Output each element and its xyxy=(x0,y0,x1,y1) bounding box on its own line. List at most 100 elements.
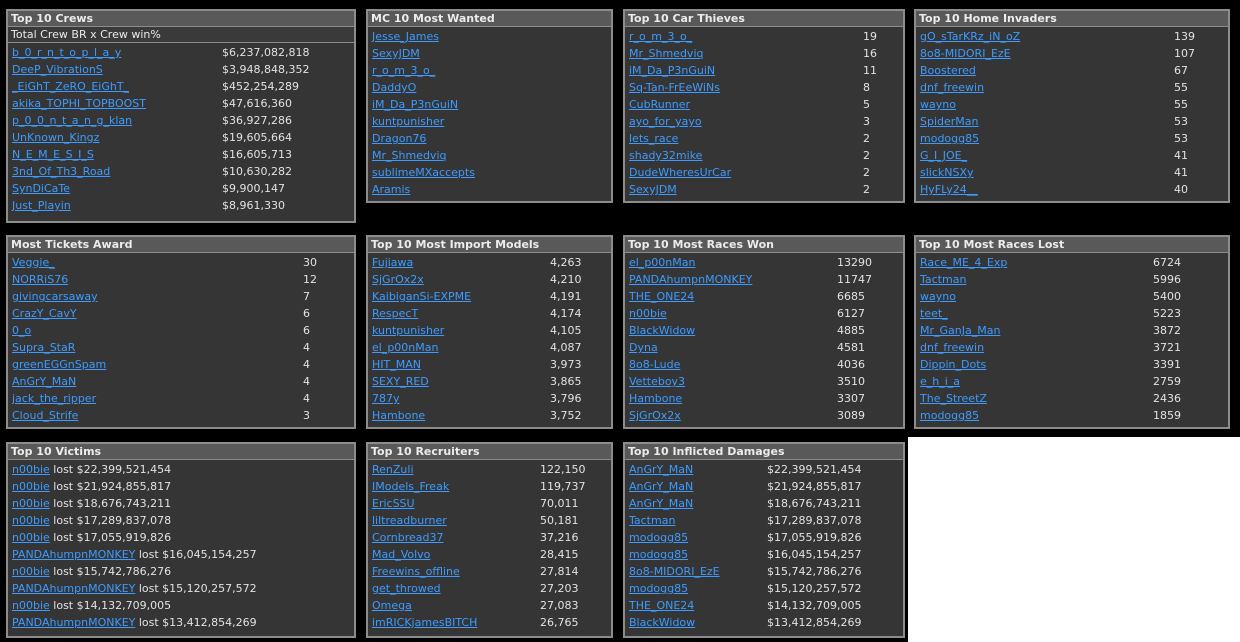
player-link[interactable]: The_StreetZ xyxy=(920,390,987,407)
player-link[interactable]: Just_Playin xyxy=(12,197,71,214)
player-link[interactable]: SjGrOx2x xyxy=(372,271,424,288)
player-link[interactable]: get_throwed xyxy=(372,580,441,597)
player-link[interactable]: modogg85 xyxy=(920,130,979,147)
player-link[interactable]: THE_ONE24 xyxy=(629,288,694,305)
player-link[interactable]: Veggie_ xyxy=(12,254,55,271)
player-link[interactable]: slickNSXy xyxy=(920,164,974,181)
player-link[interactable]: PANDAhumpnMONKEY xyxy=(12,616,135,629)
player-link[interactable]: 3nd_Of_Th3_Road xyxy=(12,163,110,180)
player-link[interactable]: Mad_Volvo xyxy=(372,546,430,563)
player-link[interactable]: BlackWidow xyxy=(629,614,695,631)
player-link[interactable]: RespecT xyxy=(372,305,418,322)
player-link[interactable]: PANDAhumpnMONKEY xyxy=(12,582,135,595)
player-link[interactable]: n00bie xyxy=(12,531,50,544)
player-link[interactable]: n00bie xyxy=(12,497,50,510)
player-link[interactable]: KaibiganSi-EXPME xyxy=(372,288,471,305)
player-link[interactable]: CubRunner xyxy=(629,96,690,113)
player-link[interactable]: Dragon76 xyxy=(372,130,426,147)
player-link[interactable]: Cloud_Strife xyxy=(12,407,78,424)
player-link[interactable]: SynDiCaTe xyxy=(12,180,70,197)
player-link[interactable]: N_E_M_E_S_I_S xyxy=(12,146,94,163)
player-link[interactable]: Tactman xyxy=(920,271,966,288)
player-link[interactable]: gO_sTarKRz_iN_oZ xyxy=(920,28,1020,45)
player-link[interactable]: el_p00nMan xyxy=(629,254,695,271)
player-link[interactable]: 8o8-Lude xyxy=(629,356,680,373)
player-link[interactable]: r_o_m_3_o_ xyxy=(629,28,692,45)
player-link[interactable]: Tactman xyxy=(629,512,675,529)
player-link[interactable]: n00bie xyxy=(12,565,50,578)
player-link[interactable]: Hambone xyxy=(372,407,425,424)
player-link[interactable]: dnf_freewin xyxy=(920,79,984,96)
player-link[interactable]: CrazY_CavY xyxy=(12,305,77,322)
player-link[interactable]: BlackWidow xyxy=(629,322,695,339)
player-link[interactable]: iM_Da_P3nGuiN xyxy=(629,62,715,79)
player-link[interactable]: modogg85 xyxy=(629,529,688,546)
player-link[interactable]: greenEGGnSpam xyxy=(12,356,106,373)
player-link[interactable]: ayo_for_yayo xyxy=(629,113,702,130)
player-link[interactable]: RenZuli xyxy=(372,461,414,478)
player-link[interactable]: e_h_i_a xyxy=(920,373,960,390)
player-link[interactable]: akika_TOPHI_TOPBOOST xyxy=(12,95,146,112)
player-link[interactable]: dnf_freewin xyxy=(920,339,984,356)
player-link[interactable]: 8o8-MIDORI_EzE xyxy=(920,45,1011,62)
player-link[interactable]: wayno xyxy=(920,96,956,113)
player-link[interactable]: AnGrY_MaN xyxy=(629,461,693,478)
player-link[interactable]: Freewins_offline xyxy=(372,563,460,580)
player-link[interactable]: lets_race xyxy=(629,130,678,147)
player-link[interactable]: Fujiawa xyxy=(372,254,413,271)
player-link[interactable]: modogg85 xyxy=(629,580,688,597)
player-link[interactable]: shady32mike xyxy=(629,147,702,164)
player-link[interactable]: DudeWheresUrCar xyxy=(629,164,731,181)
player-link[interactable]: b_0_r_n_t_o_p_l_a_y xyxy=(12,44,121,61)
player-link[interactable]: modogg85 xyxy=(629,546,688,563)
player-link[interactable]: kuntpunisher xyxy=(372,113,444,130)
player-link[interactable]: n00bie xyxy=(629,305,667,322)
player-link[interactable]: givingcarsaway xyxy=(12,288,98,305)
player-link[interactable]: r_o_m_3_o_ xyxy=(372,62,435,79)
player-link[interactable]: Dippin_Dots xyxy=(920,356,986,373)
player-link[interactable]: wayno xyxy=(920,288,956,305)
player-link[interactable]: Sq-Tan-FrEeWiNs xyxy=(629,79,720,96)
player-link[interactable]: Vetteboy3 xyxy=(629,373,685,390)
player-link[interactable]: Jesse_James xyxy=(372,28,439,45)
player-link[interactable]: n00bie xyxy=(12,514,50,527)
player-link[interactable]: 787y xyxy=(372,390,400,407)
player-link[interactable]: Mr_GanJa_Man xyxy=(920,322,1000,339)
player-link[interactable]: SjGrOx2x xyxy=(629,407,681,424)
player-link[interactable]: imRICKjamesBITCH xyxy=(372,614,477,631)
player-link[interactable]: DeeP_VibrationS xyxy=(12,61,103,78)
player-link[interactable]: _EiGhT_ZeRO_EiGhT_ xyxy=(12,78,129,95)
player-link[interactable]: Hambone xyxy=(629,390,682,407)
player-link[interactable]: EricSSU xyxy=(372,495,415,512)
player-link[interactable]: HIT_MAN xyxy=(372,356,421,373)
player-link[interactable]: AnGrY_MaN xyxy=(629,478,693,495)
player-link[interactable]: kuntpunisher xyxy=(372,322,444,339)
player-link[interactable]: 8o8-MIDORI_EzE xyxy=(629,563,720,580)
player-link[interactable]: UnKnown_Kingz xyxy=(12,129,99,146)
player-link[interactable]: jack_the_ripper xyxy=(12,390,96,407)
player-link[interactable]: sublimeMXaccepts xyxy=(372,164,475,181)
player-link[interactable]: DaddyO xyxy=(372,79,416,96)
player-link[interactable]: liltreadburner xyxy=(372,512,447,529)
player-link[interactable]: Aramis xyxy=(372,181,410,198)
player-link[interactable]: n00bie xyxy=(12,480,50,493)
player-link[interactable]: modogg85 xyxy=(920,407,979,424)
player-link[interactable]: 0_o xyxy=(12,322,31,339)
player-link[interactable]: PANDAhumpnMONKEY xyxy=(629,271,752,288)
player-link[interactable]: THE_ONE24 xyxy=(629,597,694,614)
player-link[interactable]: n00bie xyxy=(12,599,50,612)
player-link[interactable]: HyFLy24__ xyxy=(920,181,978,198)
player-link[interactable]: Boostered xyxy=(920,62,976,79)
player-link[interactable]: AnGrY_MaN xyxy=(12,373,76,390)
player-link[interactable]: Mr_Shmedviq xyxy=(372,147,446,164)
player-link[interactable]: Supra_StaR xyxy=(12,339,75,356)
player-link[interactable]: SexyJDM xyxy=(372,45,420,62)
player-link[interactable]: SpiderMan xyxy=(920,113,979,130)
player-link[interactable]: Mr_Shmedviq xyxy=(629,45,703,62)
player-link[interactable]: teet_ xyxy=(920,305,948,322)
player-link[interactable]: Omega xyxy=(372,597,412,614)
player-link[interactable]: SexyJDM xyxy=(629,181,677,198)
player-link[interactable]: Dyna xyxy=(629,339,658,356)
player-link[interactable]: SEXY_RED xyxy=(372,373,429,390)
player-link[interactable]: NORRiS76 xyxy=(12,271,68,288)
